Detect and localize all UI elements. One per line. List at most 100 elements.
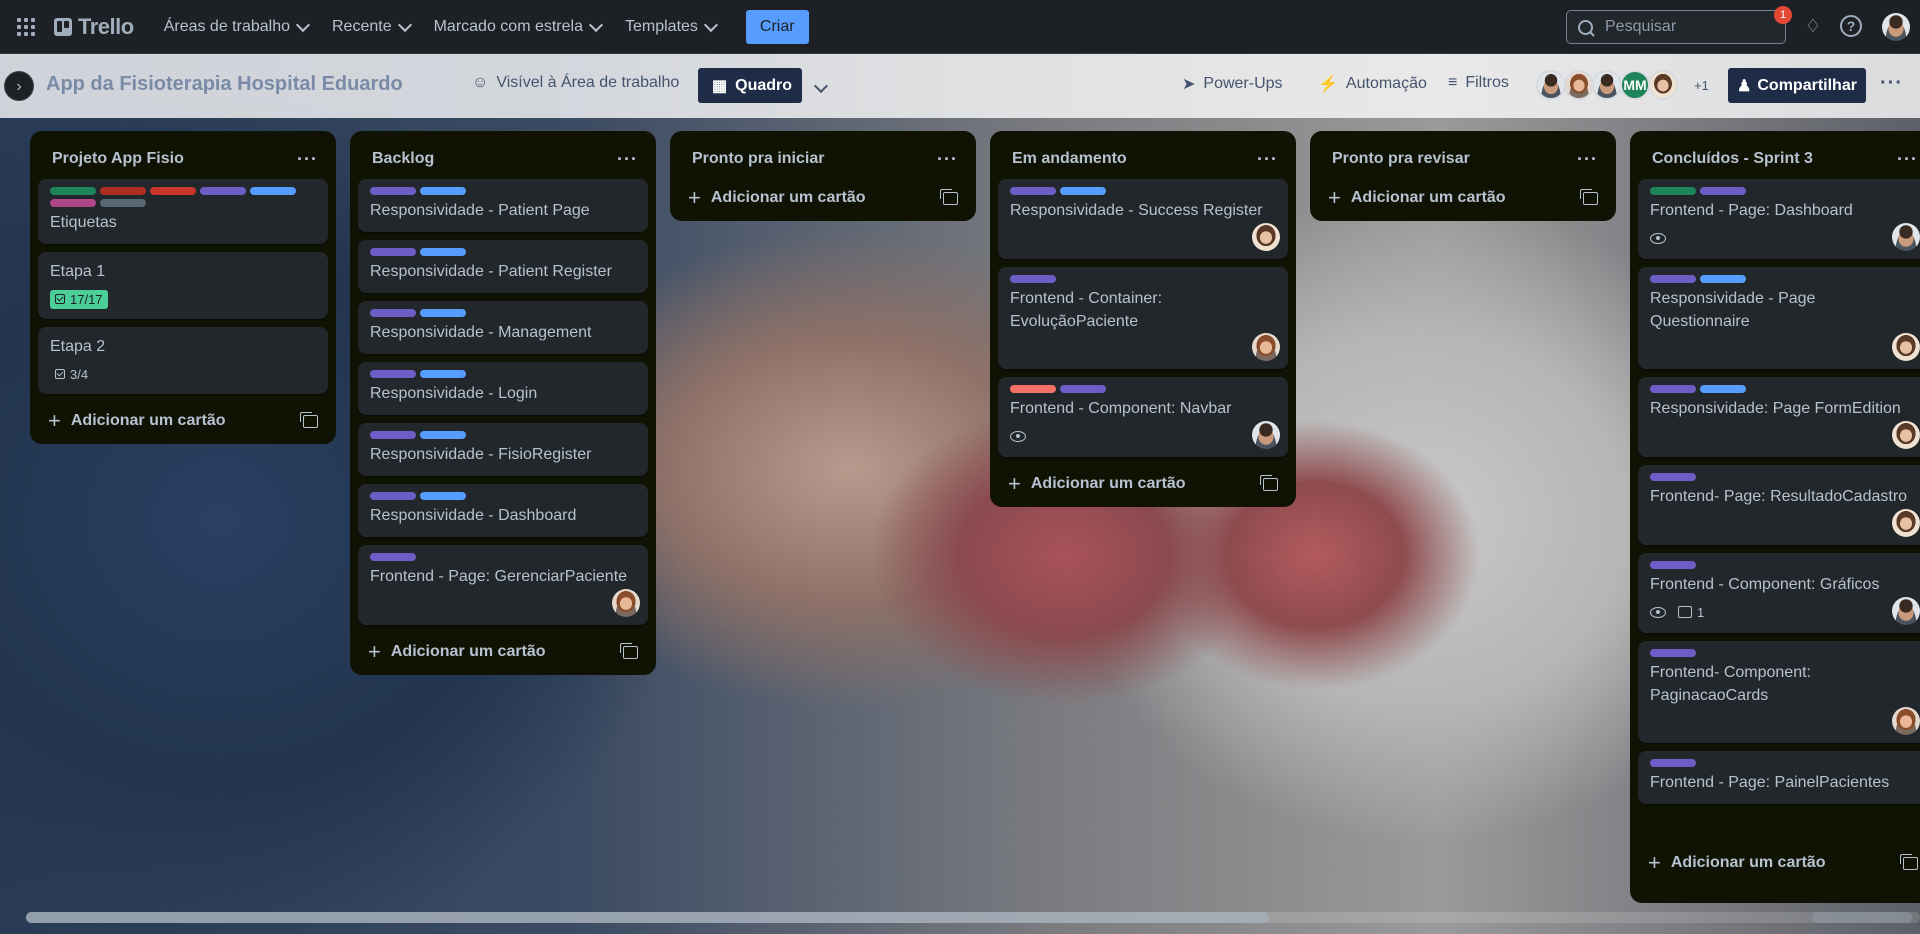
automation-button[interactable]: ⚡ Automação: [1318, 74, 1427, 94]
board-menu-icon[interactable]: ···: [1880, 72, 1903, 95]
card[interactable]: Etapa 2 3/4: [38, 327, 328, 394]
label-purple[interactable]: [1650, 561, 1696, 569]
card[interactable]: Etapa 1 17/17: [38, 252, 328, 319]
list-header[interactable]: Em andamento ···: [998, 139, 1288, 179]
card[interactable]: Responsividade - Success Register: [998, 179, 1288, 259]
member-avatar-initials[interactable]: MM: [1620, 70, 1650, 100]
trello-logo[interactable]: Trello: [54, 14, 134, 40]
member-avatar[interactable]: [1592, 70, 1622, 100]
label-blue[interactable]: [250, 187, 296, 195]
add-card-button[interactable]: + Adicionar um cartão: [1638, 844, 1920, 886]
more-members-count[interactable]: +1: [1694, 78, 1709, 93]
list-header[interactable]: Pronto pra iniciar ···: [678, 139, 968, 179]
help-button[interactable]: ?: [1840, 15, 1862, 37]
card-template-icon[interactable]: [1900, 853, 1918, 870]
label-blue[interactable]: [420, 248, 466, 256]
filters-button[interactable]: ≡ Filtros: [1448, 74, 1509, 92]
label-blue[interactable]: [420, 431, 466, 439]
card[interactable]: Frontend- Component: PaginacaoCards: [1638, 641, 1920, 743]
label-blue[interactable]: [420, 309, 466, 317]
powerups-button[interactable]: ➤ Power-Ups: [1182, 74, 1283, 94]
board-title[interactable]: App da Fisioterapia Hospital Eduardo: [46, 73, 403, 96]
card[interactable]: Responsividade - Management: [358, 301, 648, 354]
card-member-avatar[interactable]: [1252, 333, 1280, 361]
list-header[interactable]: Concluídos - Sprint 3 ···: [1638, 139, 1920, 179]
scrollbar-thumb[interactable]: [26, 912, 1269, 923]
label-purple[interactable]: [370, 187, 416, 195]
list-header[interactable]: Projeto App Fisio ···: [38, 139, 328, 179]
card[interactable]: Responsividade: Page FormEdition: [1638, 377, 1920, 457]
label-blue[interactable]: [420, 370, 466, 378]
list-title[interactable]: Em andamento: [1012, 150, 1127, 168]
share-button[interactable]: ♟ Compartilhar: [1728, 68, 1866, 103]
label-blue[interactable]: [1700, 385, 1746, 393]
card[interactable]: Responsividade - Page Questionnaire: [1638, 267, 1920, 369]
list-title[interactable]: Pronto pra iniciar: [692, 150, 824, 168]
label-red_dark[interactable]: [100, 187, 146, 195]
label-purple[interactable]: [1650, 759, 1696, 767]
label-purple[interactable]: [1010, 187, 1056, 195]
list-title[interactable]: Pronto pra revisar: [1332, 150, 1470, 168]
nav-templates[interactable]: Templates: [613, 10, 728, 44]
search-input[interactable]: [1603, 17, 1767, 37]
label-blue[interactable]: [420, 187, 466, 195]
app-switcher-icon[interactable]: [16, 17, 36, 37]
card-member-avatar[interactable]: [1252, 421, 1280, 449]
add-card-button[interactable]: + Adicionar um cartão: [1318, 179, 1608, 221]
list-menu-icon[interactable]: ···: [617, 149, 638, 170]
view-switcher[interactable]: [813, 78, 829, 96]
card-member-avatar[interactable]: [1892, 421, 1920, 449]
nav-workspaces[interactable]: Áreas de trabalho: [152, 10, 320, 44]
list-menu-icon[interactable]: ···: [1897, 149, 1918, 170]
label-purple[interactable]: [1650, 275, 1696, 283]
label-coral[interactable]: [1010, 385, 1056, 393]
create-button[interactable]: Criar: [745, 9, 809, 44]
card[interactable]: Frontend - Page: GerenciarPaciente: [358, 545, 648, 625]
card[interactable]: Frontend - Component: Gráficos 1: [1638, 553, 1920, 633]
card[interactable]: Responsividade - Patient Register: [358, 240, 648, 293]
view-board-button[interactable]: ▦ Quadro: [698, 68, 802, 103]
card[interactable]: Responsividade - Dashboard: [358, 484, 648, 537]
card-member-avatar[interactable]: [612, 589, 640, 617]
label-purple[interactable]: [200, 187, 246, 195]
search-box[interactable]: [1566, 10, 1786, 44]
label-green[interactable]: [50, 187, 96, 195]
list-menu-icon[interactable]: ···: [1257, 149, 1278, 170]
card[interactable]: Frontend - Page: Dashboard: [1638, 179, 1920, 259]
card-member-avatar[interactable]: [1892, 509, 1920, 537]
label-purple[interactable]: [1010, 275, 1056, 283]
visibility-button[interactable]: ☺ Visível à Área de trabalho: [472, 74, 679, 92]
label-purple[interactable]: [370, 492, 416, 500]
list-title[interactable]: Concluídos - Sprint 3: [1652, 150, 1813, 168]
add-card-button[interactable]: + Adicionar um cartão: [38, 402, 328, 444]
add-card-button[interactable]: + Adicionar um cartão: [358, 633, 648, 675]
list-title[interactable]: Projeto App Fisio: [52, 150, 184, 168]
label-magenta[interactable]: [50, 199, 96, 207]
label-purple[interactable]: [370, 248, 416, 256]
label-gray[interactable]: [100, 199, 146, 207]
card[interactable]: Frontend - Page: PainelPacientes: [1638, 751, 1920, 804]
nav-recent[interactable]: Recente: [320, 10, 422, 44]
card-template-icon[interactable]: [1580, 188, 1598, 205]
card-member-avatar[interactable]: [1892, 597, 1920, 625]
list-menu-icon[interactable]: ···: [1577, 149, 1598, 170]
card[interactable]: Responsividade - Login: [358, 362, 648, 415]
card[interactable]: Responsividade - FisioRegister: [358, 423, 648, 476]
label-blue[interactable]: [1700, 275, 1746, 283]
label-purple[interactable]: [1060, 385, 1106, 393]
card[interactable]: Responsividade - Patient Page: [358, 179, 648, 232]
member-avatar[interactable]: [1648, 70, 1678, 100]
card[interactable]: Frontend - Component: Navbar: [998, 377, 1288, 457]
label-green[interactable]: [1650, 187, 1696, 195]
label-purple[interactable]: [370, 553, 416, 561]
list-header[interactable]: Pronto pra revisar ···: [1318, 139, 1608, 179]
label-purple[interactable]: [370, 370, 416, 378]
card[interactable]: Frontend- Page: ResultadoCadastro: [1638, 465, 1920, 545]
list-menu-icon[interactable]: ···: [937, 149, 958, 170]
list-menu-icon[interactable]: ···: [297, 149, 318, 170]
notifications-bell-icon[interactable]: ♢: [1802, 15, 1824, 37]
add-card-button[interactable]: + Adicionar um cartão: [678, 179, 968, 221]
card[interactable]: Etiquetas: [38, 179, 328, 244]
card-member-avatar[interactable]: [1252, 223, 1280, 251]
user-avatar[interactable]: [1882, 13, 1910, 41]
